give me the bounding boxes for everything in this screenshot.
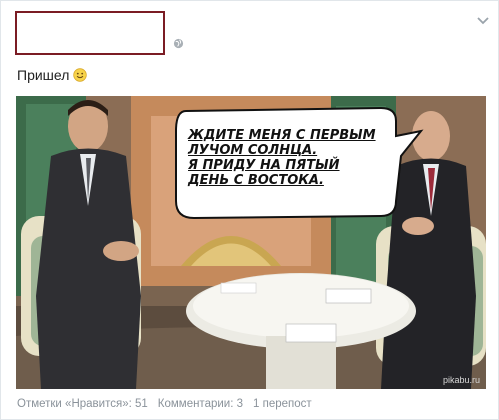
post-text: Пришел <box>17 67 88 83</box>
post-text-label: Пришел <box>17 67 70 83</box>
globe-icon <box>173 38 184 49</box>
speech-line-4: ДЕНЬ С ВОСТОКА. <box>188 173 324 188</box>
speech-line-3: Я ПРИДУ НА ПЯТЫЙ <box>188 158 340 173</box>
smiley-icon <box>73 68 88 82</box>
image-watermark: pikabu.ru <box>442 375 480 385</box>
author-header-placeholder[interactable] <box>15 11 165 55</box>
speech-line-2: ЛУЧОМ СОЛНЦА. <box>188 143 318 158</box>
chevron-down-icon[interactable] <box>476 16 490 26</box>
comments-link[interactable]: Комментарии: 3 <box>158 398 243 410</box>
speech-bubble-text: ЖДИТЕ МЕНЯ С ПЕРВЫМ ЛУЧОМ СОЛНЦА. Я ПРИД… <box>188 128 378 188</box>
reposts-link[interactable]: 1 перепост <box>253 398 312 410</box>
post-stats: Отметки «Нравится»: 51 Комментарии: 3 1 … <box>17 398 312 410</box>
post-card: Пришел ЖДИТЕ МЕНЯ С ПЕРВЫМ ЛУЧОМ СОЛНЦА.… <box>0 0 499 420</box>
post-image[interactable]: ЖДИТЕ МЕНЯ С ПЕРВЫМ ЛУЧОМ СОЛНЦА. Я ПРИД… <box>16 96 486 389</box>
speech-line-1: ЖДИТЕ МЕНЯ С ПЕРВЫМ <box>188 128 376 143</box>
likes-link[interactable]: Отметки «Нравится»: 51 <box>17 398 148 410</box>
